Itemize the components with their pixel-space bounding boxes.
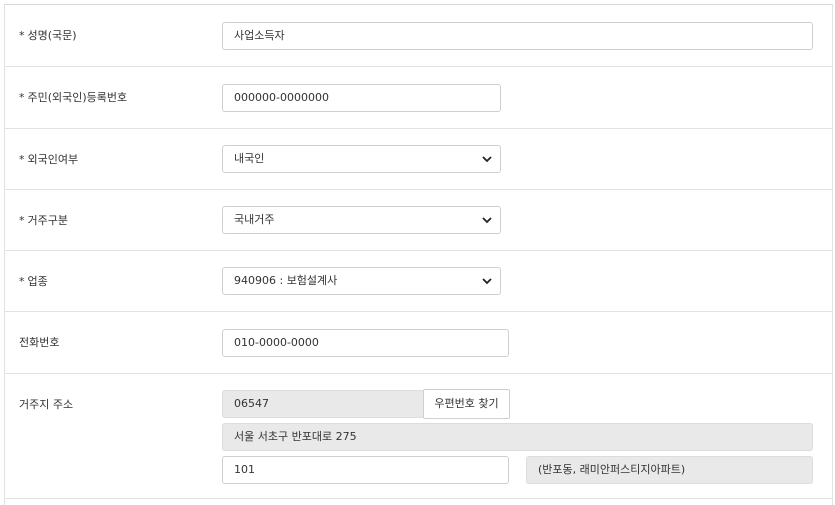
foreigner-label: * 외국인여부 [19, 153, 79, 166]
industry-select[interactable]: 940906 : 보험설계사 [222, 267, 501, 295]
required-mark: * [19, 214, 25, 227]
reg-no-input[interactable]: 000000-0000000 [222, 84, 501, 112]
industry-row: * 업종 940906 : 보험설계사 [5, 251, 832, 312]
address-detail-input[interactable]: 101 [222, 456, 509, 484]
industry-label: * 업종 [19, 275, 48, 288]
required-mark: * [19, 29, 25, 42]
residence-row: * 거주구분 국내거주 [5, 190, 832, 251]
address-label: 거주지 주소 [19, 398, 74, 411]
residence-label: * 거주구분 [19, 214, 68, 227]
phone-row: 전화번호 010-0000-0000 [5, 312, 832, 374]
reg-no-label: * 주민(외국인)등록번호 [19, 91, 128, 104]
chevron-down-icon [482, 278, 492, 285]
name-input[interactable]: 사업소득자 [222, 22, 813, 50]
find-postal-code-button[interactable]: 우편번호 찾기 [423, 389, 510, 419]
required-mark: * [19, 91, 25, 104]
required-mark: * [19, 153, 25, 166]
required-mark: * [19, 275, 25, 288]
foreigner-row: * 외국인여부 내국인 [5, 129, 832, 190]
phone-input[interactable]: 010-0000-0000 [222, 329, 509, 357]
name-row: * 성명(국문) 사업소득자 [5, 5, 832, 67]
income-earner-form: * 성명(국문) 사업소득자 * 주민(외국인)등록번호 000000-000000… [4, 4, 833, 505]
chevron-down-icon [482, 217, 492, 224]
reg-no-row: * 주민(외국인)등록번호 000000-0000000 [5, 67, 832, 129]
residence-select[interactable]: 국내거주 [222, 206, 501, 234]
name-label: * 성명(국문) [19, 29, 77, 42]
postal-code-input[interactable]: 06547 [222, 390, 424, 418]
chevron-down-icon [482, 156, 492, 163]
address-extra-input[interactable]: (반포동, 래미안퍼스티지아파트) [526, 456, 813, 484]
phone-label: 전화번호 [19, 336, 60, 349]
foreigner-select[interactable]: 내국인 [222, 145, 501, 173]
address-row: 거주지 주소 06547 우편번호 찾기 서울 서초구 반포대로 275 101… [5, 374, 832, 499]
road-address-input[interactable]: 서울 서초구 반포대로 275 [222, 423, 813, 451]
